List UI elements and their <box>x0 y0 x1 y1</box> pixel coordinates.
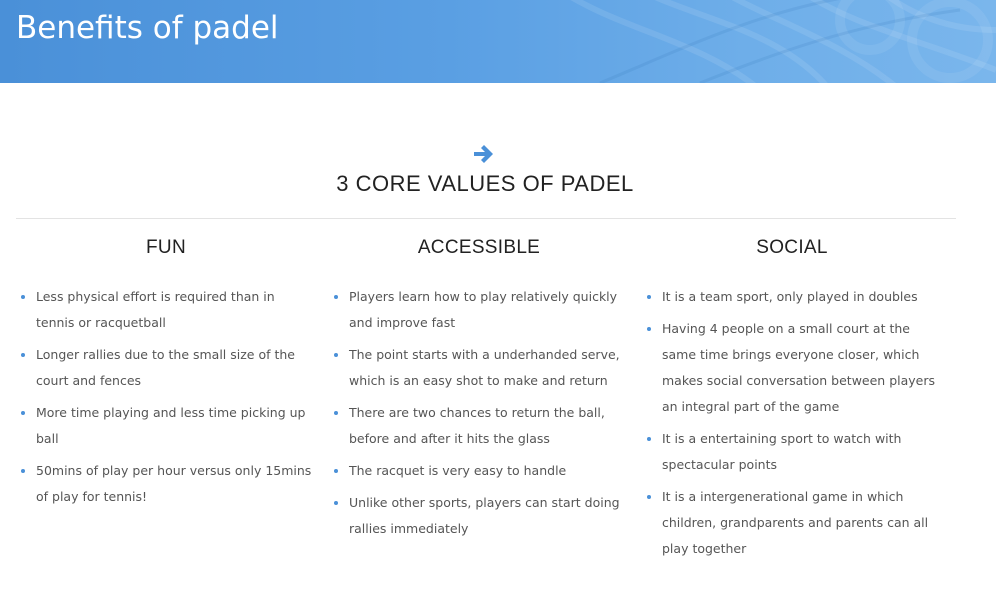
list-item: Unlike other sports, players can start d… <box>329 490 629 542</box>
column-title: ACCESSIBLE <box>417 237 541 258</box>
bullet-icon <box>21 353 25 357</box>
bullet-icon <box>334 469 338 473</box>
column-fun: FUN Less physical effort is required tha… <box>16 234 316 504</box>
arrow-right-icon <box>474 145 493 163</box>
list-item: The racquet is very easy to handle <box>329 458 629 484</box>
column-title: FUN <box>146 237 186 258</box>
benefit-list: Less physical effort is required than in… <box>16 284 316 516</box>
bullet-icon <box>334 411 338 415</box>
list-item-text: Longer rallies due to the small size of … <box>36 347 295 388</box>
list-item: It is a entertaining sport to watch with… <box>642 426 942 478</box>
list-item: 50mins of play per hour versus only 15mi… <box>16 458 316 510</box>
bullet-icon <box>334 295 338 299</box>
bullet-icon <box>647 437 651 441</box>
bullet-icon <box>21 469 25 473</box>
bullet-icon <box>21 411 25 415</box>
list-item: There are two chances to return the ball… <box>329 400 629 452</box>
list-item-text: The racquet is very easy to handle <box>349 463 567 478</box>
list-item-text: 50mins of play per hour versus only 15mi… <box>36 463 312 504</box>
list-item: Longer rallies due to the small size of … <box>16 342 316 394</box>
list-item: It is a intergenerational game in which … <box>642 484 942 562</box>
list-item: Players learn how to play relatively qui… <box>329 284 629 336</box>
bullet-icon <box>647 295 651 299</box>
bullet-icon <box>647 327 651 331</box>
list-item-text: More time playing and less time picking … <box>36 405 306 446</box>
bullet-icon <box>334 353 338 357</box>
benefit-list: Players learn how to play relatively qui… <box>329 284 629 548</box>
bullet-icon <box>21 295 25 299</box>
list-item-text: The point starts with a underhanded serv… <box>349 347 620 388</box>
column-accessible: ACCESSIBLE Players learn how to play rel… <box>329 234 629 536</box>
list-item-text: Less physical effort is required than in… <box>36 289 275 330</box>
bullet-icon <box>334 501 338 505</box>
list-item-text: It is a team sport, only played in doubl… <box>662 289 918 304</box>
list-item: It is a team sport, only played in doubl… <box>642 284 942 310</box>
list-item: Having 4 people on a small court at the … <box>642 316 942 420</box>
list-item: More time playing and less time picking … <box>16 400 316 452</box>
list-item: Less physical effort is required than in… <box>16 284 316 336</box>
list-item: The point starts with a underhanded serv… <box>329 342 629 394</box>
section-divider <box>16 218 956 219</box>
benefit-list: It is a team sport, only played in doubl… <box>642 284 942 568</box>
page-banner: Benefits of padel <box>0 0 996 83</box>
list-item-text: Players learn how to play relatively qui… <box>349 289 618 330</box>
list-item-text: Having 4 people on a small court at the … <box>662 321 936 414</box>
list-item-text: Unlike other sports, players can start d… <box>349 495 620 536</box>
list-item-text: It is a intergenerational game in which … <box>662 489 929 556</box>
section-header-icon-wrap <box>0 142 966 170</box>
section-title: 3 CORE VALUES OF PADEL <box>336 171 634 196</box>
list-item-text: There are two chances to return the ball… <box>349 405 605 446</box>
list-item-text: It is a entertaining sport to watch with… <box>662 431 902 472</box>
column-social: SOCIAL It is a team sport, only played i… <box>642 234 942 556</box>
column-title: SOCIAL <box>756 237 828 258</box>
bullet-icon <box>647 495 651 499</box>
page-title: Benefits of padel <box>16 10 279 46</box>
